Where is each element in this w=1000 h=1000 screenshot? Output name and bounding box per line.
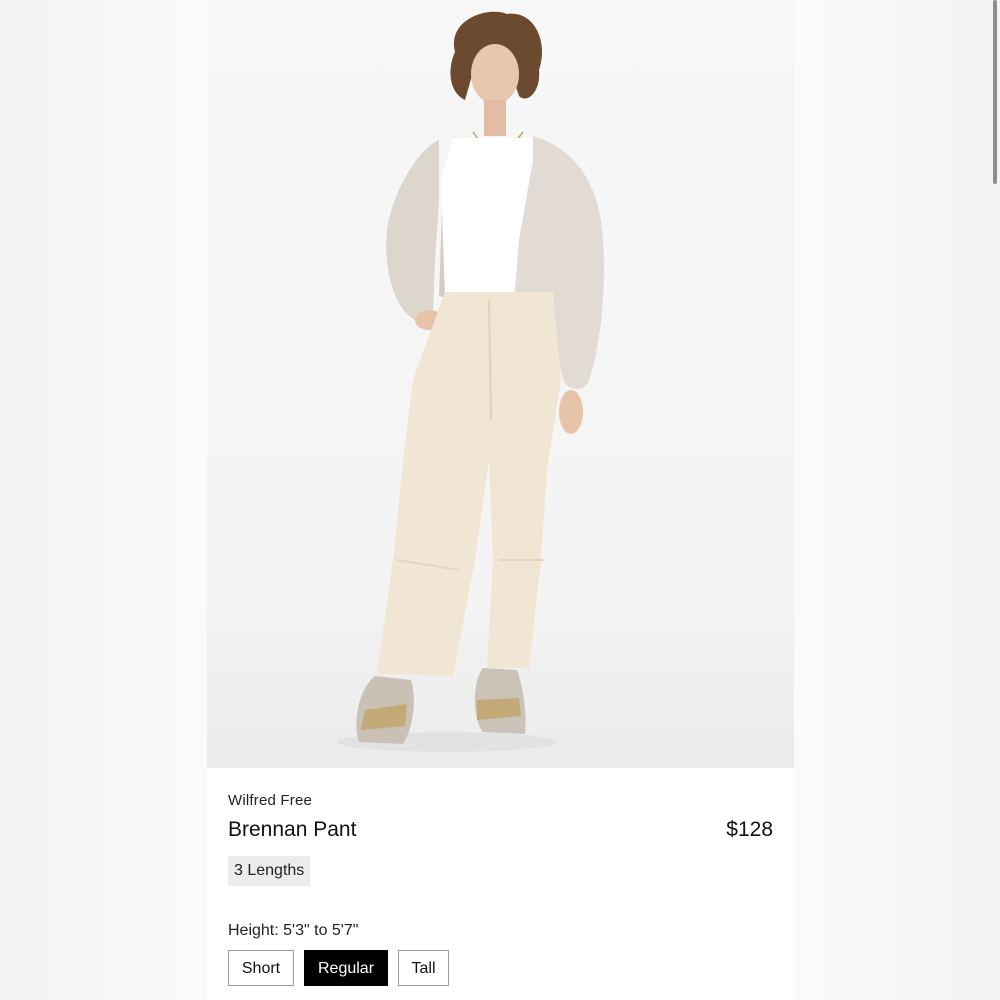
length-option-tall[interactable]: Tall: [398, 950, 449, 986]
product-photo[interactable]: [207, 0, 794, 768]
product-card: Wilfred Free Brennan Pant $128 3 Lengths…: [207, 0, 997, 1000]
right-hand: [559, 390, 583, 434]
product-price: $128: [726, 818, 773, 841]
lengths-badge: 3 Lengths: [228, 856, 311, 886]
neck: [484, 100, 506, 136]
scrollbar[interactable]: [993, 0, 997, 184]
pants: [377, 292, 561, 676]
face: [471, 44, 519, 104]
cardigan-left: [386, 140, 439, 320]
product-name: Brennan Pant: [228, 818, 357, 841]
length-option-regular[interactable]: Regular: [304, 950, 388, 986]
height-label: Height: 5'3" to 5'7": [228, 922, 359, 939]
length-options: Short Regular Tall: [228, 950, 449, 986]
model-figure: [337, 11, 604, 752]
brand-name[interactable]: Wilfred Free: [228, 792, 312, 809]
page: Wilfred Free Brennan Pant $128 3 Lengths…: [0, 0, 1000, 1000]
length-option-short[interactable]: Short: [228, 950, 294, 986]
product-info: Wilfred Free Brennan Pant $128 3 Lengths…: [207, 768, 794, 1000]
